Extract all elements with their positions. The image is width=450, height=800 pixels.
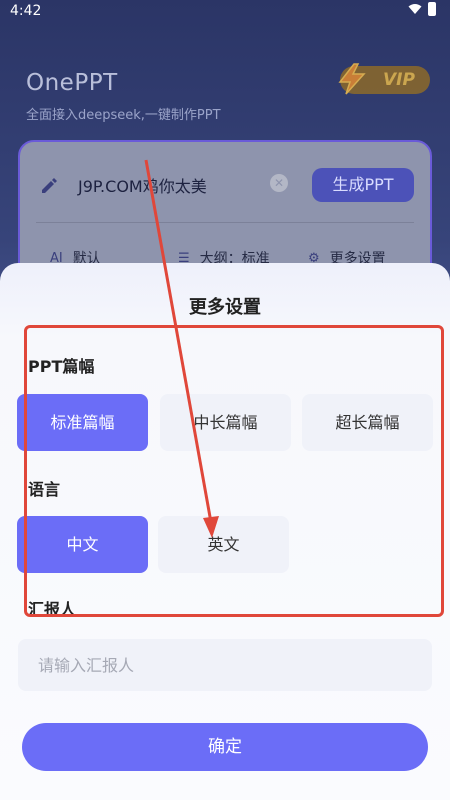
language-option-chinese[interactable]: 中文	[17, 516, 148, 573]
status-icons	[408, 2, 436, 16]
vip-badge[interactable]: VIP	[338, 63, 430, 95]
divider	[36, 222, 414, 223]
more-settings-sheet: 更多设置 PPT篇幅 标准篇幅 中长篇幅 超长篇幅 语言 中文 英文 汇报人 确…	[0, 263, 450, 800]
confirm-button[interactable]: 确定	[22, 723, 428, 771]
status-time: 4:42	[10, 3, 42, 19]
generate-ppt-button[interactable]: 生成PPT	[312, 168, 414, 202]
reporter-label: 汇报人	[28, 600, 77, 619]
app-title: OnePPT	[26, 70, 118, 96]
length-option-medium[interactable]: 中长篇幅	[160, 394, 291, 451]
app-subtitle: 全面接入deepseek,一键制作PPT	[26, 108, 221, 123]
pen-icon	[42, 178, 57, 193]
reporter-input[interactable]	[18, 639, 432, 691]
language-label: 语言	[28, 480, 61, 499]
prompt-text[interactable]: J9P.COM鸡你太美	[78, 173, 207, 197]
status-bar: 4:42	[0, 0, 450, 24]
battery-icon	[428, 2, 436, 16]
sheet-title: 更多设置	[189, 297, 261, 318]
clear-icon[interactable]: ✕	[270, 174, 288, 192]
length-option-standard[interactable]: 标准篇幅	[17, 394, 148, 451]
lightning-icon	[338, 63, 366, 95]
length-option-long[interactable]: 超长篇幅	[302, 394, 433, 451]
ppt-length-label: PPT篇幅	[28, 357, 95, 376]
vip-label: VIP	[383, 70, 415, 90]
wifi-icon	[408, 4, 422, 14]
language-option-english[interactable]: 英文	[158, 516, 289, 573]
